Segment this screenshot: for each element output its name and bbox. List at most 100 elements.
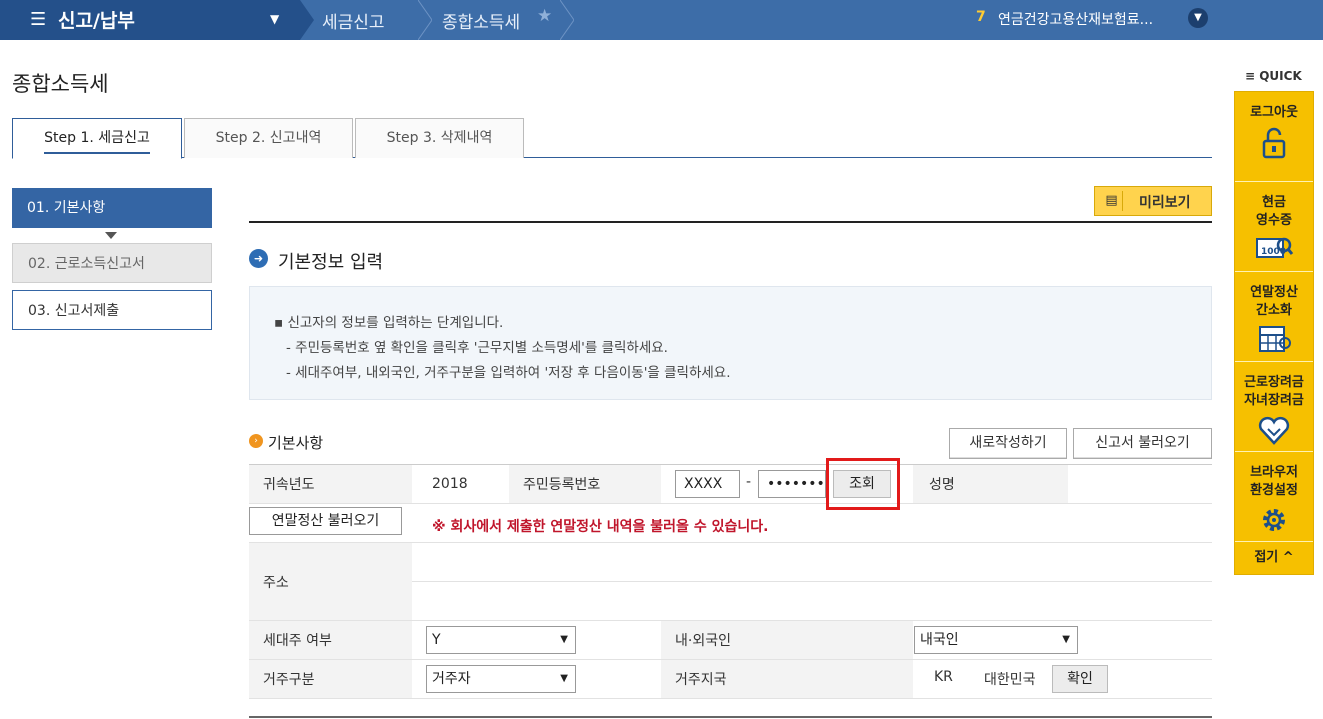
side-item-earned-income[interactable]: 02. 근로소득신고서 xyxy=(12,243,212,283)
receipt-search-icon: 1000 xyxy=(1256,237,1294,258)
form-row: 연말정산 불러오기 ※ 회사에서 제출한 연말정산 내역을 불러올 수 있습니다… xyxy=(249,504,1212,543)
form-row: 주소 xyxy=(249,543,1212,621)
address-label: 주소 xyxy=(263,574,289,591)
residency-value: 거주자 xyxy=(432,671,471,687)
householder-label-cell: 세대주 여부 xyxy=(249,621,412,659)
name-label: 성명 xyxy=(929,477,955,493)
quick-yearend-label2: 간소화 xyxy=(1256,303,1292,318)
info-box: ▪ 신고자의 정보를 입력하는 단계입니다. - 주민등록번호 옆 확인을 클릭… xyxy=(249,286,1212,400)
top-navigation-bar: ☰ 신고/납부 ▼ 세금신고 종합소득세 ★ 7 연금건강고용산재보험료... … xyxy=(0,0,1323,40)
tab-step3-label: Step 3. 삭제내역 xyxy=(386,130,493,146)
country-name: 대한민국 xyxy=(984,672,1036,688)
country-label: 거주지국 xyxy=(675,672,727,688)
country-confirm-button[interactable]: 확인 xyxy=(1052,665,1108,693)
breadcrumb-separator-icon xyxy=(418,0,432,40)
arrow-circle-small-icon: › xyxy=(249,434,263,448)
quick-browser-settings[interactable]: 브라우저 환경설정 xyxy=(1235,452,1313,542)
householder-select[interactable]: Y ▼ xyxy=(426,626,576,654)
favorite-star-icon[interactable]: ★ xyxy=(537,6,552,26)
basic-section-title: 기본사항 xyxy=(268,434,324,452)
form-row: 세대주 여부 Y ▼ 내·외국인 내국인 ▼ xyxy=(249,621,1212,660)
quick-logout[interactable]: 로그아웃 xyxy=(1235,92,1313,182)
dropdown-arrow-icon: ▼ xyxy=(560,673,568,684)
nationality-label: 내·외국인 xyxy=(675,633,731,649)
householder-value: Y xyxy=(432,632,441,648)
householder-label: 세대주 여부 xyxy=(263,633,332,649)
content-divider xyxy=(249,221,1212,223)
notice-count: 7 xyxy=(976,9,986,25)
quick-collapse-button[interactable]: 접기 ^ xyxy=(1235,542,1313,574)
document-icon: ▤ xyxy=(1101,191,1123,211)
nationality-select[interactable]: 내국인 ▼ xyxy=(914,626,1078,654)
dropdown-arrow-icon: ▼ xyxy=(560,634,568,645)
quick-incentive[interactable]: 근로장려금 자녀장려금 xyxy=(1235,362,1313,452)
preview-label: 미리보기 xyxy=(1139,195,1191,211)
lookup-button[interactable]: 조회 xyxy=(833,470,891,498)
quick-cash-label2: 영수증 xyxy=(1256,213,1292,228)
side-item-submit[interactable]: 03. 신고서제출 xyxy=(12,290,212,330)
quick-yearend-label1: 연말정산 xyxy=(1250,285,1298,300)
quick-cash-receipt[interactable]: 현금 영수증 1000 xyxy=(1235,182,1313,272)
rrn-front-input[interactable]: XXXX xyxy=(675,470,740,498)
quick-browser-label1: 브라우저 xyxy=(1250,465,1298,480)
form-bottom-divider xyxy=(249,716,1212,718)
rrn-dash: - xyxy=(746,474,752,490)
quick-yearend-simple[interactable]: 연말정산 간소화 xyxy=(1235,272,1313,362)
menu-title: 신고/납부 xyxy=(58,10,135,32)
breadcrumb-tax-report[interactable]: 세금신고 xyxy=(322,8,385,33)
rrn-label: 주민등록번호 xyxy=(523,477,601,493)
arrow-circle-icon: ➜ xyxy=(249,249,268,268)
quick-menu: 로그아웃 현금 영수증 1000 연말정산 간소화 근로장려금 자녀장려금 브라… xyxy=(1234,91,1314,575)
info-line: - 주민등록번호 옆 확인을 클릭후 '근무지별 소득명세'를 클릭하세요. xyxy=(286,340,668,356)
address-divider xyxy=(412,581,1212,582)
country-label-cell: 거주지국 xyxy=(661,660,913,698)
chevron-down-icon[interactable]: ▼ xyxy=(1188,8,1208,28)
notice-text[interactable]: 연금건강고용산재보험료... xyxy=(998,9,1153,29)
side-item-basic[interactable]: 01. 기본사항 xyxy=(12,188,212,228)
residency-label: 거주구분 xyxy=(263,672,315,688)
nationality-label-cell: 내·외국인 xyxy=(661,621,913,659)
yearend-notice: ※ 회사에서 제출한 연말정산 내역을 불러올 수 있습니다. xyxy=(432,519,769,535)
quick-cash-label1: 현금 xyxy=(1262,195,1286,210)
residency-select[interactable]: 거주자 ▼ xyxy=(426,665,576,693)
main-menu-button[interactable]: ☰ 신고/납부 ▼ xyxy=(0,0,300,40)
nationality-value: 내국인 xyxy=(920,632,959,648)
form-row: 거주구분 거주자 ▼ 거주지국 KR 대한민국 확인 xyxy=(249,660,1212,699)
form-row: 귀속년도 2018 주민등록번호 XXXX - ••••••• 조회 성명 xyxy=(249,465,1212,504)
address-label-cell: 주소 xyxy=(249,543,412,620)
tab-step2-label: Step 2. 신고내역 xyxy=(215,130,322,146)
quick-logout-label: 로그아웃 xyxy=(1250,105,1298,120)
tab-step1-label: Step 1. 세금신고 xyxy=(44,130,150,154)
year-value-cell: 2018 xyxy=(412,465,509,503)
residency-label-cell: 거주구분 xyxy=(249,660,412,698)
new-write-button[interactable]: 새로작성하기 xyxy=(949,428,1067,459)
load-yearend-button[interactable]: 연말정산 불러오기 xyxy=(249,507,402,535)
calculator-icon xyxy=(1259,326,1291,352)
tab-step2[interactable]: Step 2. 신고내역 xyxy=(184,118,353,158)
heart-hands-icon xyxy=(1258,416,1290,445)
gear-icon xyxy=(1263,509,1285,531)
breadcrumb-income-tax[interactable]: 종합소득세 xyxy=(442,8,520,33)
info-line: - 세대주여부, 내외국인, 거주구분을 입력하여 '저장 후 다음이동'을 클… xyxy=(286,365,731,381)
hamburger-icon: ☰ xyxy=(30,9,47,30)
quick-incentive-label1: 근로장려금 xyxy=(1244,375,1304,390)
section-title: 기본정보 입력 xyxy=(278,252,384,273)
step-arrow-icon xyxy=(105,232,117,239)
basic-info-form: 귀속년도 2018 주민등록번호 XXXX - ••••••• 조회 성명 연말… xyxy=(249,464,1212,699)
tab-step1[interactable]: Step 1. 세금신고 xyxy=(12,118,182,159)
quick-browser-label2: 환경설정 xyxy=(1250,483,1298,498)
dropdown-arrow-icon: ▼ xyxy=(1062,634,1070,645)
page-title: 종합소득세 xyxy=(12,72,109,96)
year-label-cell: 귀속년도 xyxy=(249,465,412,503)
year-value: 2018 xyxy=(432,476,468,492)
info-line: ▪ 신고자의 정보를 입력하는 단계입니다. xyxy=(274,315,504,331)
preview-button[interactable]: ▤ 미리보기 xyxy=(1094,186,1212,216)
rrn-back-input[interactable]: ••••••• xyxy=(758,470,826,498)
caret-down-icon: ▼ xyxy=(270,12,280,26)
load-report-button[interactable]: 신고서 불러오기 xyxy=(1073,428,1212,459)
tab-step3[interactable]: Step 3. 삭제내역 xyxy=(355,118,524,158)
breadcrumb-separator-icon xyxy=(560,0,574,40)
year-label: 귀속년도 xyxy=(263,477,315,493)
breadcrumb-separator-icon xyxy=(300,0,314,40)
logout-lock-icon xyxy=(1262,127,1286,159)
